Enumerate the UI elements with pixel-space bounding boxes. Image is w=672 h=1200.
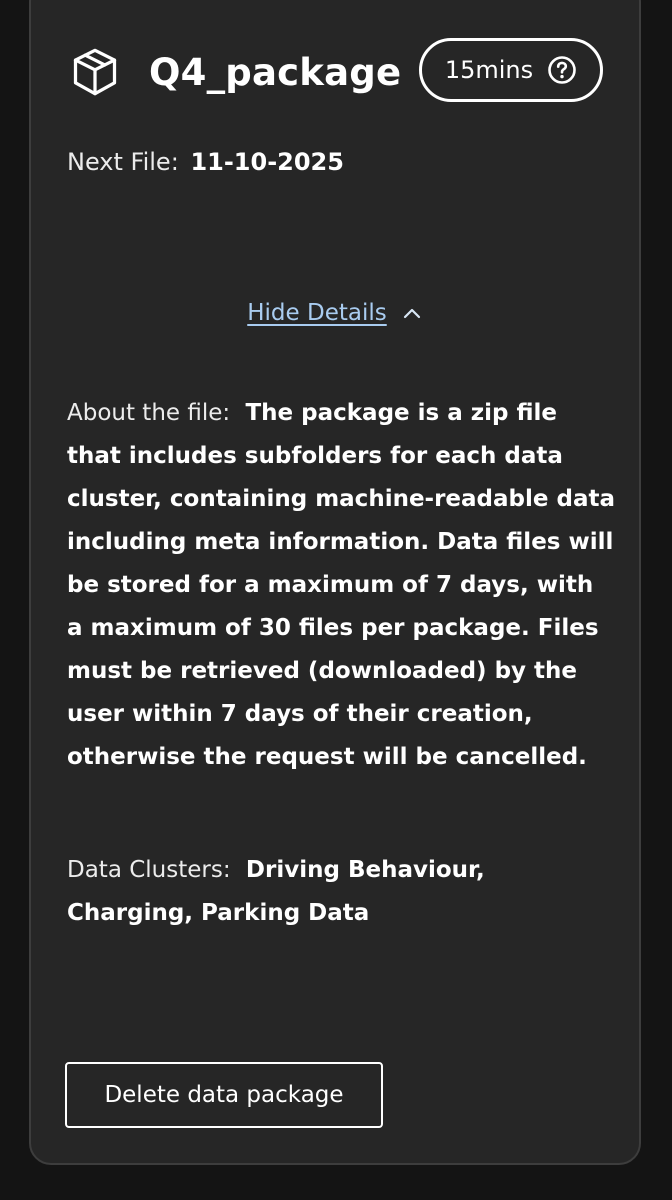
- next-file-row: Next File: 11-10-2025: [67, 148, 344, 176]
- card-header: Q4_package 15mins: [69, 38, 603, 104]
- duration-label: 15mins: [444, 56, 534, 84]
- next-file-label: Next File:: [67, 148, 179, 176]
- delete-data-package-button[interactable]: Delete data package: [65, 1062, 383, 1128]
- hide-details-toggle[interactable]: Hide Details: [31, 300, 639, 326]
- chevron-up-icon[interactable]: [401, 302, 423, 324]
- package-box-icon: [69, 46, 121, 98]
- about-file-description: The package is a zip file that includes …: [67, 400, 615, 770]
- about-file-label: About the file:: [67, 400, 231, 426]
- question-circle-icon[interactable]: [547, 55, 577, 85]
- data-clusters-label: Data Clusters:: [67, 857, 231, 883]
- about-file-section: About the file: The package is a zip fil…: [67, 392, 615, 779]
- package-title: Q4_package: [149, 50, 402, 94]
- duration-badge[interactable]: 15mins: [419, 38, 603, 102]
- data-clusters-section: Data Clusters: Driving Behaviour, Chargi…: [67, 849, 587, 935]
- data-package-card: Q4_package 15mins Next File: 11-10-2025 …: [29, 0, 641, 1165]
- hide-details-link[interactable]: Hide Details: [247, 300, 386, 326]
- next-file-date: 11-10-2025: [190, 148, 344, 176]
